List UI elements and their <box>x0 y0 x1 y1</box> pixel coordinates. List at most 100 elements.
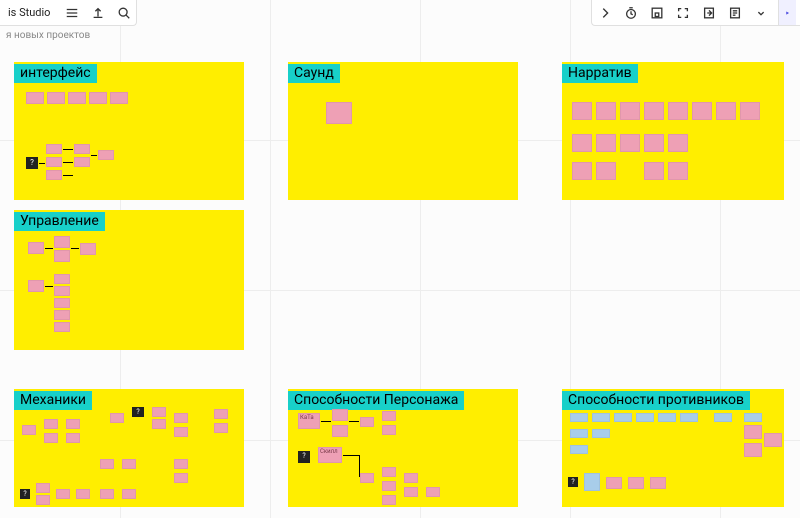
sticky[interactable] <box>764 433 782 447</box>
sticky[interactable] <box>44 419 58 429</box>
sticky[interactable] <box>122 459 136 469</box>
sticky[interactable] <box>66 433 80 443</box>
sticky[interactable] <box>636 413 654 422</box>
sticky[interactable] <box>426 487 440 497</box>
sticky-question[interactable]: ? <box>26 157 38 169</box>
sticky[interactable] <box>572 162 592 180</box>
sticky[interactable] <box>26 92 44 104</box>
sticky[interactable] <box>54 250 70 262</box>
sticky[interactable] <box>596 102 616 120</box>
sticky[interactable] <box>56 489 70 499</box>
sticky[interactable] <box>44 433 58 443</box>
sticky[interactable] <box>744 443 762 457</box>
sticky[interactable] <box>76 489 90 499</box>
timer-icon[interactable] <box>622 5 640 21</box>
sticky[interactable] <box>174 473 188 483</box>
sticky[interactable] <box>606 477 622 489</box>
sticky[interactable] <box>174 427 188 437</box>
frame-icon[interactable] <box>648 5 666 21</box>
sticky[interactable] <box>668 162 688 180</box>
sticky[interactable] <box>152 407 166 417</box>
sticky[interactable] <box>570 445 588 454</box>
sticky[interactable] <box>596 134 616 152</box>
sticky[interactable] <box>744 413 762 422</box>
sticky[interactable] <box>214 423 228 433</box>
sticky[interactable] <box>644 162 664 180</box>
sticky[interactable] <box>28 242 44 254</box>
sticky[interactable] <box>54 310 70 320</box>
sticky[interactable] <box>382 481 396 491</box>
sticky-question[interactable]: ? <box>20 489 30 499</box>
sticky[interactable] <box>404 473 418 483</box>
menu-icon[interactable] <box>64 5 80 21</box>
sticky[interactable] <box>66 419 80 429</box>
export-icon[interactable] <box>700 5 718 21</box>
sticky[interactable] <box>360 417 374 427</box>
sticky[interactable] <box>98 150 114 160</box>
sticky[interactable] <box>46 157 62 167</box>
sticky[interactable] <box>47 92 65 104</box>
sticky[interactable] <box>592 413 610 422</box>
sticky-question[interactable]: ? <box>298 451 310 463</box>
sticky[interactable] <box>74 157 90 167</box>
sticky[interactable] <box>382 495 396 505</box>
sticky[interactable] <box>54 236 70 248</box>
sticky[interactable] <box>54 322 70 332</box>
sticky[interactable] <box>382 425 396 435</box>
sticky[interactable] <box>382 411 396 421</box>
chevron-down-icon[interactable] <box>752 5 770 21</box>
sticky[interactable] <box>644 102 664 120</box>
sticky[interactable] <box>572 134 592 152</box>
sticky[interactable] <box>716 102 736 120</box>
search-icon[interactable] <box>116 5 132 21</box>
sticky[interactable] <box>680 413 698 422</box>
frame-narrative[interactable]: Нарратив <box>562 62 784 200</box>
chevron-right-icon[interactable] <box>596 5 614 21</box>
sticky[interactable] <box>382 467 396 477</box>
sticky[interactable] <box>100 459 114 469</box>
sticky[interactable] <box>332 425 348 437</box>
sticky[interactable] <box>658 413 676 422</box>
sticky[interactable] <box>614 413 632 422</box>
sticky[interactable] <box>668 134 688 152</box>
sticky[interactable] <box>326 102 352 124</box>
sticky[interactable] <box>644 134 664 152</box>
sticky[interactable] <box>36 483 50 493</box>
frame-mechanics[interactable]: Механики ? ? <box>14 389 244 507</box>
sticky[interactable] <box>620 134 640 152</box>
sticky[interactable] <box>628 477 644 489</box>
sticky[interactable] <box>110 92 128 104</box>
sticky[interactable] <box>596 162 616 180</box>
sticky[interactable] <box>570 413 588 422</box>
sticky[interactable] <box>54 274 70 284</box>
frame-enemies[interactable]: Способности противников ? <box>562 389 784 507</box>
sticky[interactable] <box>122 489 136 499</box>
sticky[interactable] <box>22 425 36 435</box>
frame-control[interactable]: Управление <box>14 210 244 350</box>
sticky[interactable] <box>110 413 124 423</box>
sticky[interactable] <box>692 102 712 120</box>
sticky[interactable] <box>46 144 62 154</box>
notes-icon[interactable] <box>726 5 744 21</box>
present-icon[interactable] <box>778 0 796 25</box>
sticky[interactable] <box>584 473 600 491</box>
sticky[interactable] <box>174 413 188 423</box>
sticky[interactable] <box>100 489 114 499</box>
frame-interface[interactable]: интерфейс ? <box>14 62 244 200</box>
sticky[interactable] <box>68 92 86 104</box>
sticky[interactable] <box>36 495 50 505</box>
sticky[interactable] <box>54 286 70 296</box>
sticky[interactable] <box>404 487 418 497</box>
sticky[interactable] <box>152 419 166 429</box>
sticky-question[interactable]: ? <box>568 477 578 487</box>
frame-abilities[interactable]: Способности Персонажа КаТа ? Скилл <box>288 389 518 507</box>
fullscreen-icon[interactable] <box>674 5 692 21</box>
sticky[interactable] <box>360 473 374 483</box>
sticky-skill[interactable]: Скилл <box>318 447 342 463</box>
sticky[interactable] <box>332 409 348 421</box>
sticky-kata[interactable]: КаТа <box>298 413 320 429</box>
sticky[interactable] <box>572 102 592 120</box>
sticky[interactable] <box>80 243 96 255</box>
sticky[interactable] <box>592 429 610 438</box>
sticky[interactable] <box>74 144 90 154</box>
